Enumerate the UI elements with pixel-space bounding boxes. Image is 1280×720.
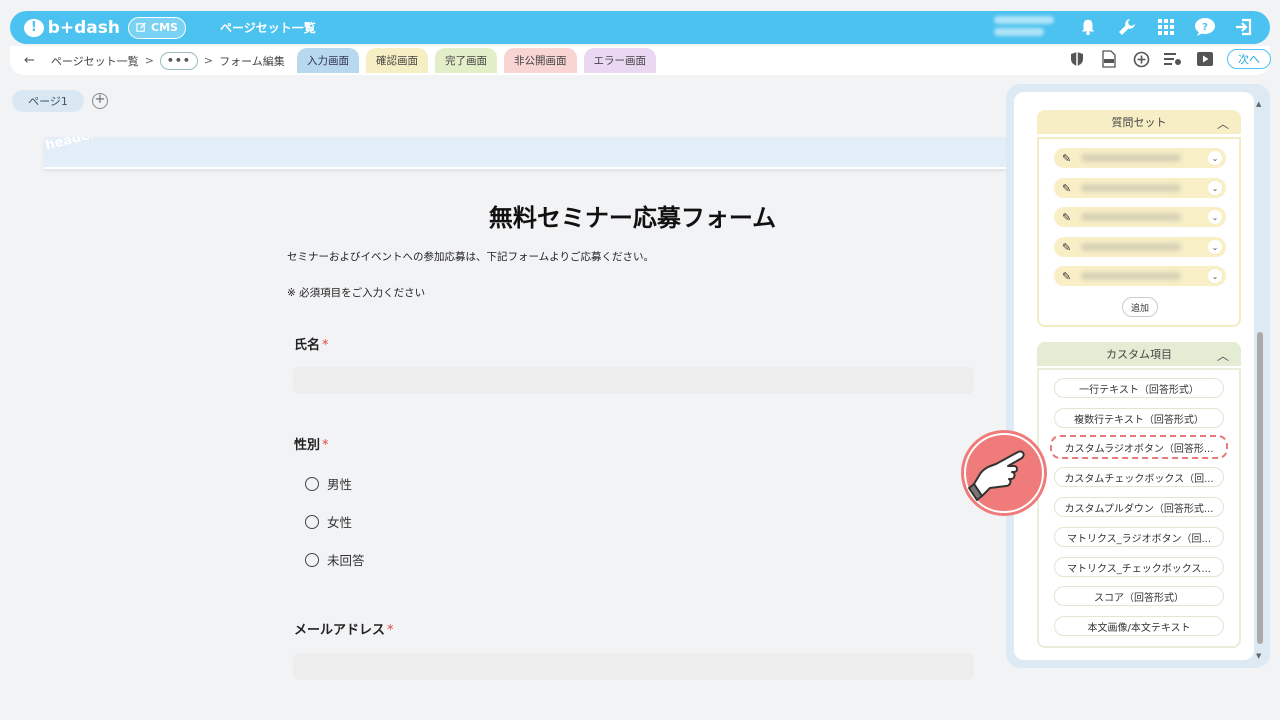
custom-item-body-image-text[interactable]: 本文画像/本文テキスト (1054, 616, 1224, 636)
custom-items-list: 一行テキスト（回答形式） 複数行テキスト（回答形式） カスタムラジオボタン（回答… (1037, 368, 1241, 648)
scroll-down-icon[interactable]: ▼ (1256, 652, 1261, 660)
components-panel-inner: 質問セット ︿ ✎ ⌄ ✎ ⌄ ✎ ⌄ ✎ ⌄ ✎ ⌄ 追加 カスタム項目 ︿ 一行テキス… (1014, 92, 1254, 660)
panel-scrollbar[interactable]: ▲ ▼ (1255, 100, 1265, 660)
next-button[interactable]: 次へ (1227, 49, 1271, 69)
custom-item-multi-line-text[interactable]: 複数行テキスト（回答形式） (1054, 408, 1224, 428)
screen-tabs: 入力画面 確認画面 完了画面 非公開画面 エラー画面 (297, 48, 656, 73)
tab-error-screen[interactable]: エラー画面 (583, 48, 656, 73)
required-note[interactable]: ※ 必須項目をご入力ください (287, 285, 425, 300)
blurred-text (1081, 184, 1182, 192)
page-tab-1[interactable]: ページ1 (12, 90, 84, 112)
scroll-up-icon[interactable]: ▲ (1256, 100, 1261, 108)
custom-item-matrix-checkbox[interactable]: マトリクス_チェックボックス... (1054, 557, 1224, 577)
user-info-blurred (994, 16, 1056, 38)
breadcrumb-form-edit: フォーム編集 (219, 54, 285, 68)
custom-item-matrix-radio[interactable]: マトリクス_ラジオボタン（回... (1054, 527, 1224, 547)
pointing-hand-icon (961, 430, 1047, 516)
svg-text:?: ? (1202, 22, 1208, 33)
chevron-up-icon[interactable]: ︿ (1217, 115, 1229, 132)
chevron-down-icon[interactable]: ⌄ (1208, 181, 1222, 195)
tab-complete-screen[interactable]: 完了画面 (435, 48, 497, 73)
question-set-item[interactable]: ✎ ⌄ (1054, 178, 1226, 198)
gender-radio-no-answer[interactable]: 未回答 (305, 550, 365, 569)
chevron-down-icon[interactable]: ⌄ (1208, 269, 1222, 283)
components-panel: 質問セット ︿ ✎ ⌄ ✎ ⌄ ✎ ⌄ ✎ ⌄ ✎ ⌄ 追加 カスタム項目 ︿ 一行テキス… (1006, 84, 1270, 668)
breadcrumb-separator: > (203, 54, 214, 67)
banner-text: header (44, 137, 98, 154)
pencil-icon[interactable]: ✎ (1062, 241, 1071, 254)
radio-circle (305, 514, 319, 529)
breadcrumb-page-set-list[interactable]: ページセット一覧 (51, 53, 139, 69)
question-set-header[interactable]: 質問セット ︿ (1037, 110, 1241, 134)
breadcrumb-separator: > (144, 54, 154, 67)
custom-items-header[interactable]: カスタム項目 ︿ (1037, 342, 1241, 366)
question-set-item[interactable]: ✎ ⌄ (1054, 207, 1226, 227)
form-description[interactable]: セミナーおよびイベントへの参加応募は、下記フォームよりご応募ください。 (287, 249, 654, 264)
chevron-down-icon[interactable]: ⌄ (1208, 240, 1222, 254)
html-file-icon[interactable] (1099, 49, 1119, 69)
form-title[interactable]: 無料セミナー応募フォーム (290, 198, 975, 233)
add-circle-icon[interactable] (1131, 49, 1151, 69)
chevron-up-icon[interactable]: ︿ (1217, 347, 1229, 364)
shield-icon[interactable] (1067, 49, 1087, 69)
radio-circle (305, 476, 319, 491)
gender-radio-female[interactable]: 女性 (305, 512, 352, 531)
blurred-text (1081, 243, 1182, 251)
add-page-button[interactable]: + (92, 93, 108, 109)
back-arrow-icon[interactable]: ← (24, 53, 35, 68)
required-mark: * (387, 623, 394, 638)
header-banner[interactable]: header header header header header heade… (44, 137, 1006, 169)
pencil-icon[interactable]: ✎ (1062, 270, 1071, 283)
tab-private-screen[interactable]: 非公開画面 (504, 48, 577, 73)
logout-icon[interactable] (1232, 15, 1256, 39)
logo-icon: ! (24, 18, 44, 37)
question-set-item[interactable]: ✎ ⌄ (1054, 266, 1226, 286)
edit-icon (136, 22, 146, 32)
chevron-down-icon[interactable]: ⌄ (1208, 210, 1222, 224)
custom-item-radio-button[interactable]: カスタムラジオボタン（回答形... (1050, 435, 1228, 459)
grid-icon[interactable] (1154, 15, 1178, 39)
blurred-text (1081, 272, 1182, 280)
name-field-label[interactable]: 氏名 * (294, 334, 329, 353)
breadcrumb-more-button[interactable]: ••• (159, 51, 198, 70)
chevron-down-icon[interactable]: ⌄ (1208, 151, 1222, 165)
tab-confirm-screen[interactable]: 確認画面 (366, 48, 428, 73)
pencil-icon[interactable]: ✎ (1062, 182, 1071, 195)
list-settings-icon[interactable] (1163, 49, 1183, 69)
sub-bar: ← ページセット一覧 > ••• > フォーム編集 入力画面 確認画面 完了画面… (10, 46, 1271, 75)
chat-support-icon[interactable]: ? (1193, 15, 1217, 39)
gender-field-label[interactable]: 性別 * (294, 434, 329, 453)
custom-item-pulldown[interactable]: カスタムプルダウン（回答形式... (1054, 497, 1224, 517)
preview-play-icon[interactable] (1195, 49, 1215, 69)
custom-item-single-line-text[interactable]: 一行テキスト（回答形式） (1054, 378, 1224, 398)
required-mark: * (322, 438, 329, 453)
blurred-text (1081, 213, 1182, 221)
name-input[interactable] (293, 367, 974, 394)
pencil-icon[interactable]: ✎ (1062, 211, 1071, 224)
bell-icon[interactable] (1076, 15, 1100, 39)
radio-circle (305, 552, 319, 567)
scrollbar-thumb[interactable] (1257, 332, 1263, 644)
question-set-item[interactable]: ✎ ⌄ (1054, 148, 1226, 168)
cms-button[interactable]: CMS (128, 16, 186, 39)
question-set-item[interactable]: ✎ ⌄ (1054, 237, 1226, 257)
logo-text: b+dash (47, 17, 120, 38)
tab-input-screen[interactable]: 入力画面 (297, 48, 359, 73)
top-bar: ! b+dash CMS ページセット一覧 ? (10, 11, 1270, 44)
add-question-set-button[interactable]: 追加 (1122, 297, 1158, 317)
gender-radio-male[interactable]: 男性 (305, 474, 352, 493)
question-set-list: ✎ ⌄ ✎ ⌄ ✎ ⌄ ✎ ⌄ ✎ ⌄ 追加 (1037, 137, 1241, 327)
page-title: ページセット一覧 (220, 21, 316, 35)
wrench-icon[interactable] (1115, 15, 1139, 39)
required-mark: * (322, 338, 329, 353)
app-logo[interactable]: ! b+dash (24, 18, 120, 38)
email-field-label[interactable]: メールアドレス * (294, 619, 394, 638)
custom-item-checkbox[interactable]: カスタムチェックボックス（回... (1054, 467, 1224, 487)
custom-item-score[interactable]: スコア（回答形式） (1054, 586, 1224, 606)
blurred-text (1081, 154, 1182, 162)
email-input[interactable] (293, 653, 974, 680)
pencil-icon[interactable]: ✎ (1062, 152, 1071, 165)
